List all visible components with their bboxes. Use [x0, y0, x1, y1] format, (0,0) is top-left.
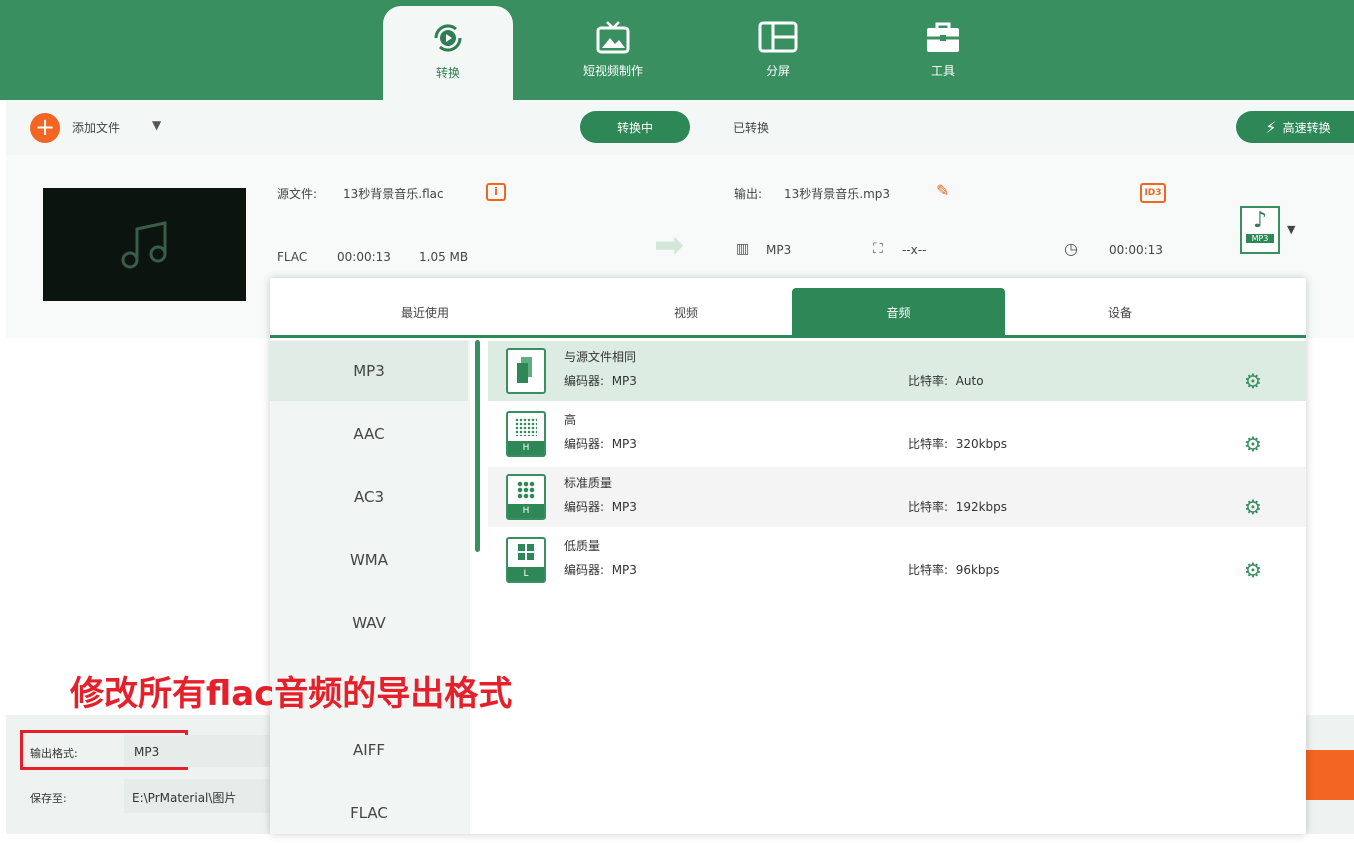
chevron-down-icon[interactable]: ▼ — [1287, 223, 1295, 236]
preset-name: 与源文件相同 — [564, 350, 637, 364]
nav-tab-split-screen[interactable]: 分屏 — [713, 6, 843, 100]
music-note-icon — [121, 220, 166, 268]
clock-icon: ◷ — [1064, 239, 1078, 258]
output-format: MP3 — [766, 243, 792, 257]
source-label: 源文件: — [277, 187, 318, 201]
same-as-source-icon — [506, 348, 546, 394]
nav-tab-label: 工具 — [930, 64, 955, 78]
convert-all-button[interactable] — [1306, 750, 1354, 800]
info-icon[interactable]: i — [486, 183, 506, 201]
preset-bitrate: 比特率: 320kbps — [908, 437, 1008, 451]
scrollbar[interactable] — [475, 340, 480, 552]
quality-standard-icon: H — [506, 474, 546, 520]
top-nav: 转换 短视频制作 分屏 工具 — [0, 0, 1354, 100]
source-filename: 13秒背景音乐.flac — [343, 187, 444, 201]
preset-bitrate: 比特率: 96kbps — [908, 563, 1000, 577]
file-thumbnail[interactable] — [43, 188, 246, 301]
quality-low-icon: L — [506, 537, 546, 583]
edit-icon[interactable]: ✎ — [936, 181, 949, 200]
quality-high-icon: H — [506, 411, 546, 457]
tv-icon — [596, 21, 630, 54]
nav-tab-label: 短视频制作 — [582, 64, 643, 78]
format-item[interactable]: FLAC — [270, 783, 468, 843]
preset-encoder: 编码器: MP3 — [564, 500, 637, 514]
nav-tab-label: 分屏 — [765, 64, 790, 78]
preset-encoder: 编码器: MP3 — [564, 374, 637, 388]
toolbar: + 添加文件 ▼ 转换中 已转换 ⚡ 高速转换 — [6, 100, 1354, 155]
tab-audio[interactable]: 音频 — [792, 288, 1005, 336]
format-badge: MP3 — [1246, 234, 1274, 243]
format-item[interactable]: MP3 — [270, 341, 468, 401]
preset-name: 低质量 — [564, 539, 601, 553]
tab-underline — [270, 335, 1306, 338]
fast-convert-button[interactable]: ⚡ 高速转换 — [1236, 111, 1354, 143]
gear-icon[interactable]: ⚙ — [1244, 369, 1262, 393]
save-to-label: 保存至: — [30, 792, 67, 805]
tab-video[interactable]: 视频 — [580, 288, 792, 336]
preset-encoder: 编码器: MP3 — [564, 563, 637, 577]
preset-row[interactable]: 与源文件相同 编码器: MP3 比特率: Auto ⚙ — [488, 341, 1306, 401]
output-filename: 13秒背景音乐.mp3 — [784, 187, 891, 201]
gear-icon[interactable]: ⚙ — [1244, 495, 1262, 519]
tab-recent[interactable]: 最近使用 — [270, 288, 580, 336]
converting-tab[interactable]: 转换中 — [580, 111, 690, 143]
toolbox-icon — [927, 22, 959, 52]
lightning-icon: ⚡ — [1265, 117, 1277, 137]
nav-tab-short-video[interactable]: 短视频制作 — [548, 6, 678, 100]
convert-icon — [434, 24, 462, 52]
source-format: FLAC — [277, 250, 308, 264]
format-list: MP3 AAC AC3 WMA WAV AIFF FLAC — [270, 340, 470, 834]
arrow-right-icon: ➡ — [654, 225, 685, 266]
output-label: 输出: — [734, 187, 763, 201]
preset-encoder: 编码器: MP3 — [564, 437, 637, 451]
preset-row[interactable]: H 标准质量 编码器: MP3 比特率: 192kbps ⚙ — [488, 467, 1306, 527]
output-resolution: --x-- — [902, 243, 927, 257]
preset-name: 高 — [564, 413, 577, 427]
format-item[interactable]: WAV — [270, 593, 468, 653]
fast-convert-label: 高速转换 — [1282, 120, 1331, 135]
tab-device[interactable]: 设备 — [1005, 288, 1235, 336]
gear-icon[interactable]: ⚙ — [1244, 432, 1262, 456]
preset-bitrate: 比特率: Auto — [908, 374, 984, 388]
preset-name: 标准质量 — [564, 476, 613, 490]
output-format-select[interactable]: MP3 — [124, 735, 274, 767]
annotation-text: 修改所有flac音频的导出格式 — [70, 674, 513, 714]
format-item[interactable]: AC3 — [270, 467, 468, 527]
preset-bitrate: 比特率: 192kbps — [908, 500, 1008, 514]
resolution-icon: ⛶ — [873, 241, 883, 257]
nav-tab-label: 转换 — [435, 66, 460, 80]
output-format-selector[interactable]: ♪ MP3 — [1240, 206, 1280, 254]
nav-tab-convert[interactable]: 转换 — [383, 6, 513, 100]
split-screen-icon — [758, 21, 798, 53]
output-format-label: 输出格式: — [30, 747, 78, 760]
preset-row[interactable]: H 高 编码器: MP3 比特率: 320kbps ⚙ — [488, 404, 1306, 464]
format-dropdown-panel: 最近使用 视频 音频 设备 MP3 AAC AC3 WMA WAV AIFF F… — [270, 278, 1306, 834]
output-duration: 00:00:13 — [1109, 243, 1163, 257]
id3-icon[interactable]: ID3 — [1140, 183, 1166, 203]
format-item[interactable]: AAC — [270, 404, 468, 464]
gear-icon[interactable]: ⚙ — [1244, 558, 1262, 582]
nav-tab-tools[interactable]: 工具 — [878, 6, 1008, 100]
film-icon: ▥ — [736, 241, 750, 257]
converted-tab[interactable]: 已转换 — [733, 119, 769, 136]
music-note-icon: ♪ — [1252, 208, 1268, 233]
add-icon[interactable]: + — [30, 113, 60, 143]
add-file-button[interactable]: 添加文件 — [72, 119, 120, 136]
save-path-input[interactable]: E:\PrMaterial\图片 — [124, 779, 274, 813]
source-size: 1.05 MB — [419, 250, 469, 264]
format-item[interactable]: AIFF — [270, 720, 468, 780]
chevron-down-icon[interactable]: ▼ — [152, 118, 161, 132]
format-item[interactable]: WMA — [270, 530, 468, 590]
source-duration: 00:00:13 — [337, 250, 391, 264]
preset-row[interactable]: L 低质量 编码器: MP3 比特率: 96kbps ⚙ — [488, 530, 1306, 590]
